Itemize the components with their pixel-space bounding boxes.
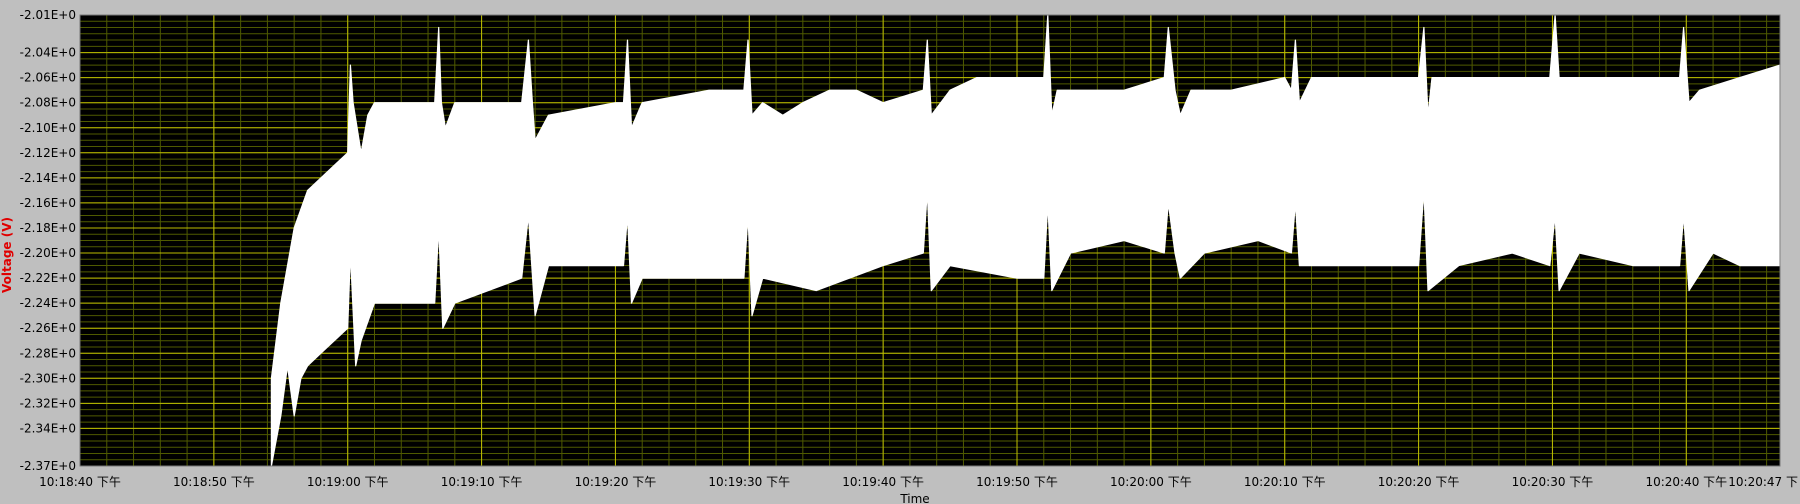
y-tick-label: -2.16E+0 [20,196,76,210]
y-tick-label: -2.20E+0 [20,246,76,260]
y-tick-label: -2.14E+0 [20,171,76,185]
x-axis-label: Time [899,492,929,504]
y-tick-label: -2.30E+0 [20,371,76,385]
x-tick-label: 10:19:10 下午 [441,475,523,489]
x-tick-label: 10:18:50 下午 [173,475,255,489]
x-tick-label: 10:19:30 下午 [708,475,790,489]
x-tick-label: 10:20:10 下午 [1244,475,1326,489]
y-tick-label: -2.08E+0 [20,96,76,110]
x-tick-label: 10:19:50 下午 [976,475,1058,489]
x-tick-label: 10:20:00 下午 [1110,475,1192,489]
y-tick-label: -2.26E+0 [20,321,76,335]
x-tick-label: 10:19:40 下午 [842,475,924,489]
x-tick-label: 10:19:20 下午 [575,475,657,489]
y-tick-label: -2.24E+0 [20,296,76,310]
y-tick-label: -2.12E+0 [20,146,76,160]
y-tick-label: -2.06E+0 [20,71,76,85]
y-tick-label: -2.10E+0 [20,121,76,135]
y-tick-label: -2.04E+0 [20,46,76,60]
chart-canvas[interactable]: -2.01E+0 -2.04E+0 -2.06E+0 -2.08E+0 -2.10E+0… [0,0,1800,504]
y-tick-label: -2.01E+0 [20,8,76,22]
y-tick-label: -2.28E+0 [20,346,76,360]
x-tick-label: 10:20:47 下 [1728,475,1798,489]
x-tick-label: 10:20:40 下午 [1645,475,1727,489]
y-tick-label: -2.32E+0 [20,396,76,410]
y-tick-label: -2.22E+0 [20,271,76,285]
y-tick-label: -2.34E+0 [20,421,76,435]
x-tick-label: 10:19:00 下午 [307,475,389,489]
waveform-graph: -2.01E+0 -2.04E+0 -2.06E+0 -2.08E+0 -2.10E+0… [0,0,1800,504]
y-tick-label: -2.18E+0 [20,221,76,235]
x-tick-label: 10:18:40 下午 [39,475,121,489]
y-axis-label: Voltage (V) [0,217,14,293]
x-tick-label: 10:20:30 下午 [1512,475,1594,489]
x-tick-label: 10:20:20 下午 [1378,475,1460,489]
y-tick-label: -2.37E+0 [20,459,76,473]
